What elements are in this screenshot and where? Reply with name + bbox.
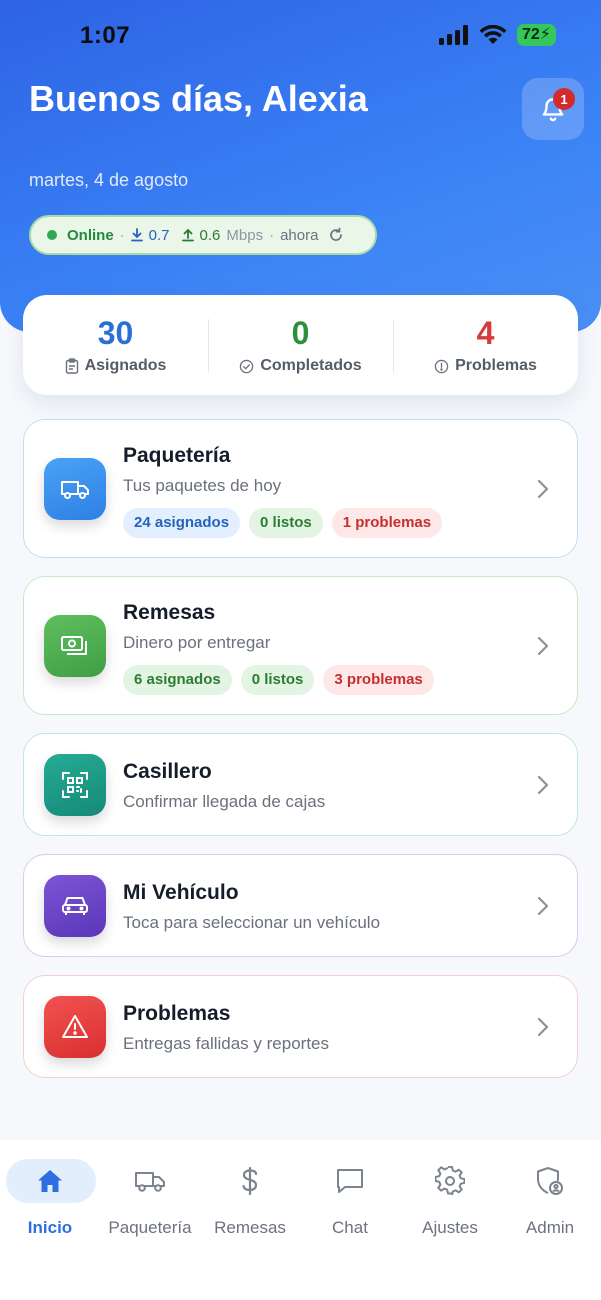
module-paqueteria-subtitle: Tus paquetes de hoy (123, 476, 282, 495)
module-vehiculo-title: Mi Vehículo (123, 881, 239, 904)
current-date: martes, 4 de agosto (29, 170, 189, 190)
tab-inicio[interactable]: Inicio (0, 1158, 100, 1248)
stat-completed[interactable]: 0 Completados (208, 295, 393, 395)
charging-bolt-icon: ⚡ (539, 26, 551, 43)
money-icon (61, 636, 87, 655)
download-speed: 0.7 (148, 226, 170, 244)
module-problemas-title: Problemas (123, 1002, 231, 1025)
chevron-right-icon (537, 896, 549, 916)
dollar-icon (242, 1166, 258, 1196)
module-casillero[interactable]: Casillero Confirmar llegada de cajas (23, 733, 578, 836)
tag-assigned: 24 asignados (123, 508, 241, 538)
module-remesas-icon-tile (44, 615, 106, 677)
notifications-button[interactable]: 1 (522, 78, 584, 140)
tab-admin-label: Admin (525, 1218, 575, 1237)
tab-ajustes[interactable]: Ajustes (400, 1158, 500, 1248)
module-problemas[interactable]: Problemas Entregas fallidas y reportes (23, 975, 578, 1078)
module-paqueteria-title: Paquetería (123, 444, 231, 467)
tag-problems: 3 problemas (323, 665, 434, 695)
chevron-right-icon (537, 1017, 549, 1037)
bottom-tab-bar: Inicio Paquetería Remesas Chat Ajustes A… (0, 1140, 601, 1300)
module-vehiculo[interactable]: Mi Vehículo Toca para seleccionar un veh… (23, 854, 578, 957)
module-paqueteria-icon-tile (44, 458, 106, 520)
module-paqueteria[interactable]: Paquetería Tus paquetes de hoy 24 asigna… (23, 419, 578, 558)
stat-completed-label: Completados (260, 357, 362, 374)
module-remesas-subtitle: Dinero por entregar (123, 633, 271, 652)
tag-ready: 0 listos (249, 508, 323, 538)
refresh-icon[interactable] (328, 227, 344, 243)
notification-badge: 1 (553, 88, 575, 110)
module-casillero-subtitle: Confirmar llegada de cajas (123, 792, 326, 811)
speed-unit: Mbps (226, 226, 264, 244)
upload-speed: 0.6 (199, 226, 221, 244)
tab-chat-label: Chat (332, 1218, 368, 1237)
clipboard-icon (65, 358, 78, 374)
tab-remesas-label: Remesas (214, 1218, 286, 1237)
stat-problems[interactable]: 4 Problemas (393, 295, 578, 395)
alert-circle-icon (434, 359, 449, 373)
chevron-right-icon (537, 479, 549, 499)
truck-icon (135, 1172, 165, 1192)
chevron-right-icon (537, 636, 549, 656)
module-remesas-title: Remesas (123, 601, 216, 624)
tab-inicio-label: Inicio (27, 1218, 73, 1237)
module-casillero-title: Casillero (123, 760, 212, 783)
module-problemas-icon-tile (44, 996, 106, 1058)
signal-icon (438, 25, 468, 45)
network-status-pill[interactable]: Online · 0.7 0.6 Mbps · ahora (29, 215, 377, 255)
network-status: Online (67, 226, 114, 244)
module-casillero-icon-tile (44, 754, 106, 816)
check-circle-icon (240, 359, 254, 373)
shield-user-icon (537, 1167, 563, 1195)
network-separator: · (119, 226, 125, 244)
home-icon (38, 1170, 62, 1192)
stats-card: 30 Asignados 0 Completados 4 Problemas (23, 295, 578, 395)
download-arrow-icon (130, 228, 143, 242)
online-dot-icon (47, 230, 57, 240)
tab-chat[interactable]: Chat (300, 1158, 400, 1248)
stat-assigned[interactable]: 30 Asignados (23, 295, 208, 395)
module-remesas[interactable]: Remesas Dinero por entregar 6 asignados … (23, 576, 578, 715)
tab-paqueteria-label: Paquetería (108, 1218, 192, 1237)
qr-scan-icon (62, 772, 88, 798)
tag-assigned: 6 asignados (123, 665, 232, 695)
module-problemas-subtitle: Entregas fallidas y reportes (123, 1034, 329, 1053)
stat-completed-value: 0 (291, 315, 310, 351)
tab-remesas[interactable]: Remesas (200, 1158, 300, 1248)
tag-ready: 0 listos (240, 665, 315, 695)
tab-ajustes-label: Ajustes (422, 1218, 478, 1237)
stat-problems-label: Problemas (455, 357, 537, 374)
tag-problems: 1 problemas (331, 508, 443, 538)
status-bar: 1:07 72⚡ (0, 0, 601, 70)
wifi-icon (479, 25, 507, 44)
battery-indicator: 72⚡ (516, 24, 556, 46)
tab-admin[interactable]: Admin (500, 1158, 600, 1248)
stat-assigned-label: Asignados (84, 357, 167, 374)
truck-icon (61, 481, 89, 499)
chevron-right-icon (537, 775, 549, 795)
stat-problems-value: 4 (476, 315, 495, 351)
gear-icon (435, 1166, 465, 1196)
status-time: 1:07 (80, 22, 131, 49)
car-icon (62, 897, 88, 915)
stat-assigned-value: 30 (97, 315, 134, 351)
warning-triangle-icon (62, 1015, 88, 1038)
last-updated: ahora (280, 226, 319, 244)
greeting-title: Buenos días, Alexia (29, 78, 368, 119)
module-vehiculo-subtitle: Toca para seleccionar un vehículo (123, 913, 381, 932)
tab-paqueteria[interactable]: Paquetería (100, 1158, 200, 1248)
module-vehiculo-icon-tile (44, 875, 106, 937)
chat-icon (337, 1169, 363, 1193)
upload-arrow-icon (181, 228, 194, 242)
